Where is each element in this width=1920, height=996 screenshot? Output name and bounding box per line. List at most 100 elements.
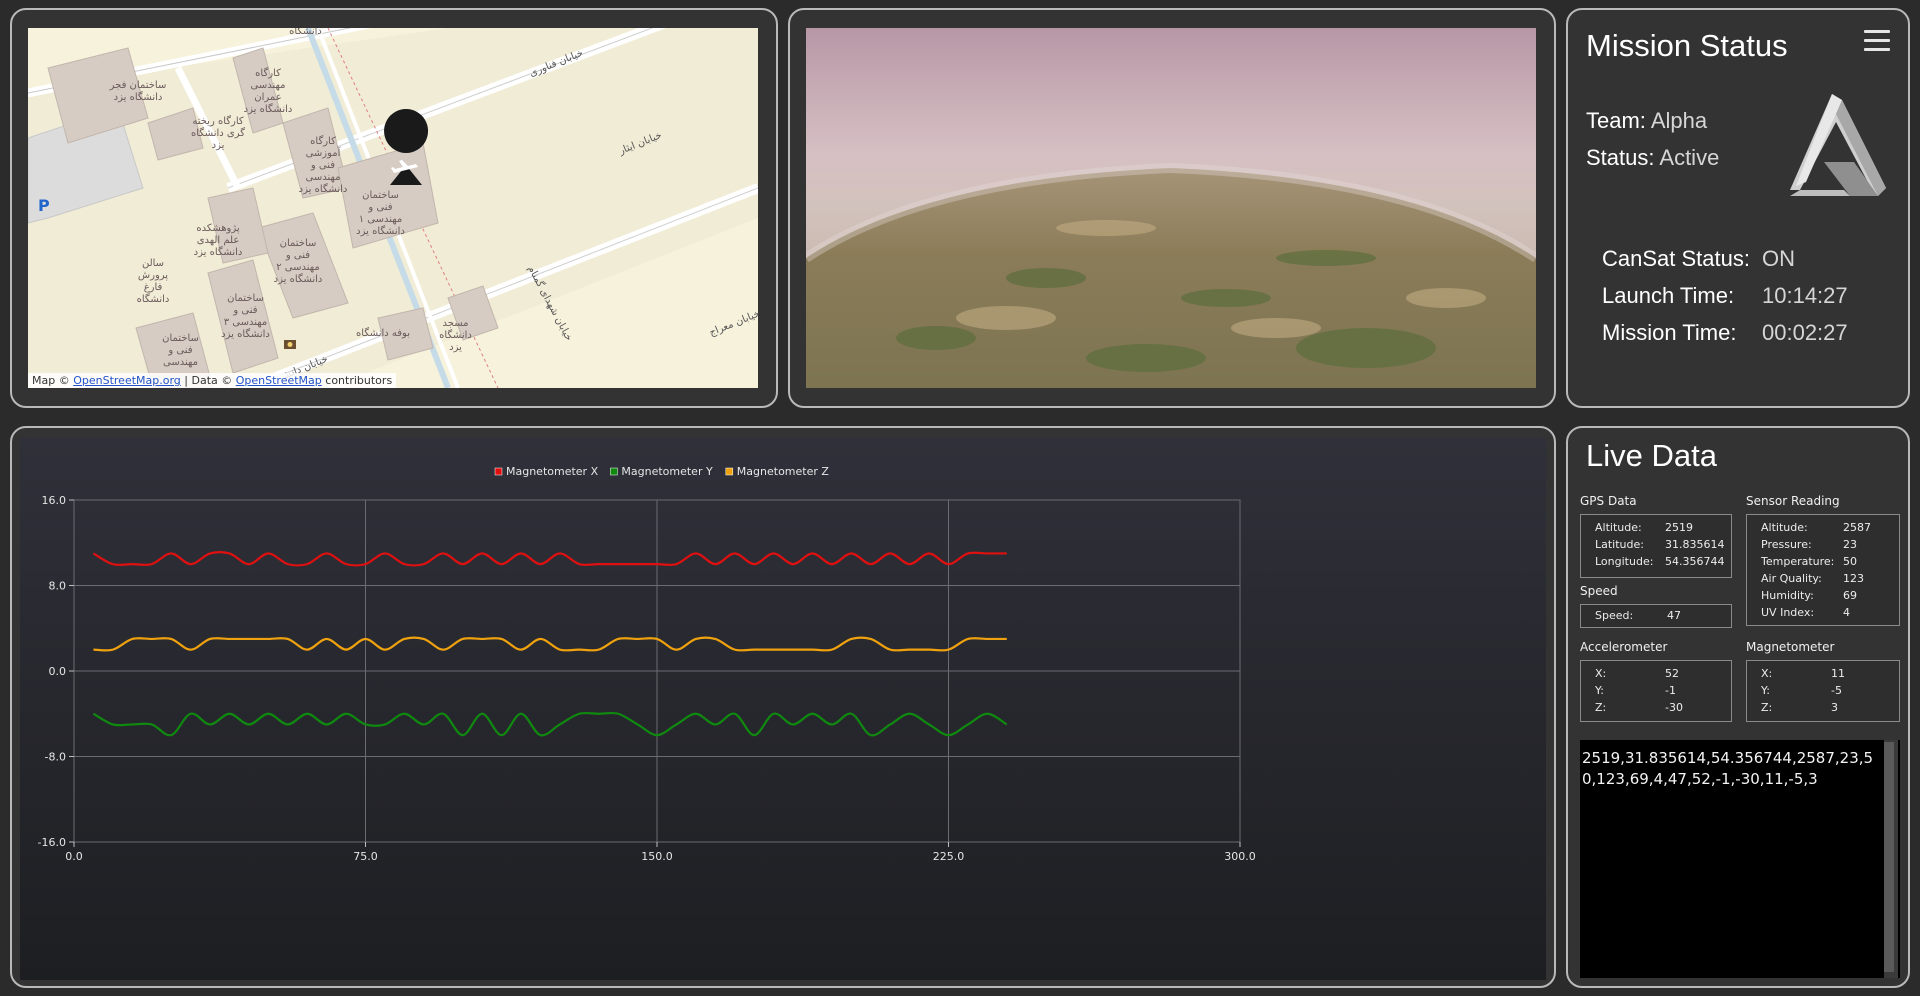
map-building-label: سالن پرورش فارغ دانشگاه xyxy=(136,258,170,305)
live-data-panel: Live Data GPS Data Altitude: 2519 Latitude… xyxy=(1566,426,1910,988)
parking-label: P xyxy=(38,196,50,215)
series-line-magnetometer-y xyxy=(92,711,1008,737)
raw-data-textarea[interactable]: 2519,31.835614,54.356744,2587,23,50,123,… xyxy=(1580,740,1900,978)
legend-swatch xyxy=(725,467,734,476)
menu-icon[interactable] xyxy=(1864,30,1890,52)
attribution-text: Map © xyxy=(32,374,74,387)
x-tick-label: 75.0 xyxy=(353,850,378,863)
speed-box: Speed: 47 xyxy=(1580,604,1732,628)
osm-link[interactable]: OpenStreetMap xyxy=(236,374,322,387)
map-building-label: ساختمان فنی و مهندسی ۳ دانشگاه یزد xyxy=(221,293,270,340)
y-tick-label: 0.0 xyxy=(49,665,67,678)
data-key: Z: xyxy=(1761,701,1773,714)
raw-data-scrollbar[interactable] xyxy=(1884,740,1898,978)
x-tick-label: 225.0 xyxy=(933,850,965,863)
data-key: Longitude: xyxy=(1595,555,1654,568)
data-value: 3 xyxy=(1831,701,1838,714)
launch-row: Launch Time: xyxy=(1602,283,1734,309)
map-building-label: ساختمان فنی و مهندسی xyxy=(162,333,199,368)
x-tick-label: 300.0 xyxy=(1224,850,1256,863)
data-value: 23 xyxy=(1843,538,1857,551)
x-tick-label: 0.0 xyxy=(65,850,83,863)
data-value: -1 xyxy=(1665,684,1676,697)
data-row: Y: -5 xyxy=(1747,682,1899,699)
series-line-magnetometer-z xyxy=(93,636,1007,652)
data-row: Pressure: 23 xyxy=(1747,536,1899,553)
chart-panel: 0.0 75.0 150.0 225.0 300.0 16.0 8.0 0.0 -8.0 -16.… xyxy=(10,426,1556,988)
map-building-label: ساختمان فجر دانشگاه یزد xyxy=(109,80,167,103)
status-row: Status: Active xyxy=(1586,145,1719,171)
legend-swatch xyxy=(494,467,503,476)
data-value: 52 xyxy=(1665,667,1679,680)
gps-box: Altitude: 2519 Latitude: 31.835614 Longitude… xyxy=(1580,514,1732,578)
data-row: Z: 3 xyxy=(1747,699,1899,716)
data-row: Speed: 47 xyxy=(1581,607,1731,624)
map-building-label: ساختمان فنی و مهندسی ۲ دانشگاه یزد xyxy=(273,238,323,285)
legend-label: Magnetometer X xyxy=(506,465,599,478)
legend-swatch xyxy=(610,467,618,476)
accel-title: Accelerometer xyxy=(1580,640,1668,654)
data-value: 4 xyxy=(1843,606,1850,619)
data-value: 2519 xyxy=(1665,521,1693,534)
panel-title: Live Data xyxy=(1586,438,1717,473)
cansat-value: ON xyxy=(1762,246,1795,271)
data-value: 2587 xyxy=(1843,521,1871,534)
y-tick-label: -16.0 xyxy=(38,836,66,849)
data-key: Humidity: xyxy=(1761,589,1814,602)
speed-title: Speed xyxy=(1580,584,1618,598)
cansat-value-wrap: ON xyxy=(1762,246,1795,272)
series-line-magnetometer-x xyxy=(92,551,1007,567)
map-building-label: کارگاه مهندسی عمران دانشگاه یزد xyxy=(243,68,293,115)
data-row: Humidity: 69 xyxy=(1747,587,1899,604)
scrollbar-thumb[interactable] xyxy=(1884,742,1894,972)
y-tick-label: 16.0 xyxy=(42,494,67,507)
accelerometer-box: X: 52 Y: -1 Z: -30 xyxy=(1580,660,1732,722)
data-row: Z: -30 xyxy=(1581,699,1731,716)
data-row: Latitude: 31.835614 xyxy=(1581,536,1731,553)
data-value: 11 xyxy=(1831,667,1845,680)
mission-value: 00:02:27 xyxy=(1762,320,1848,345)
data-key: Y: xyxy=(1595,684,1604,697)
map-panel: P ساختمان فجر دانشگاه یزد کارگاه مهندسی … xyxy=(10,8,778,408)
attribution-text: | Data © xyxy=(180,374,236,387)
map-building-label: دانشگاه xyxy=(289,28,322,37)
y-tick-label: -8.0 xyxy=(45,751,66,764)
magnetometer-box: X: 11 Y: -5 Z: 3 xyxy=(1746,660,1900,722)
y-tick-label: 8.0 xyxy=(49,580,67,593)
legend-label: Magnetometer Z xyxy=(737,465,830,478)
gps-title: GPS Data xyxy=(1580,494,1637,508)
map-building-label: ساختمان فنی و مهندسی ۱ دانشگاه یزد xyxy=(356,190,405,237)
mission-row: Mission Time: xyxy=(1602,320,1736,346)
status-value: Active xyxy=(1659,145,1720,170)
attribution-text: contributors xyxy=(321,374,393,387)
aerial-view-image xyxy=(806,28,1536,388)
data-row: Longitude: 54.356744 xyxy=(1581,553,1731,570)
osm-org-link[interactable]: OpenStreetMap.org xyxy=(73,374,181,387)
camera-panel xyxy=(788,8,1556,408)
data-key: UV Index: xyxy=(1761,606,1815,619)
data-row: X: 11 xyxy=(1747,665,1899,682)
legend-label: Magnetometer Y xyxy=(621,465,713,478)
launch-value-wrap: 10:14:27 xyxy=(1762,283,1848,309)
map-building-label: کارگاه ریخته گری دانشگاه یزد xyxy=(190,116,246,151)
sensor-title: Sensor Reading xyxy=(1746,494,1840,508)
data-key: Altitude: xyxy=(1595,521,1642,534)
data-row: Y: -1 xyxy=(1581,682,1731,699)
mission-value-wrap: 00:02:27 xyxy=(1762,320,1848,346)
data-value: 47 xyxy=(1667,609,1681,622)
magnetometer-chart[interactable]: 0.0 75.0 150.0 225.0 300.0 16.0 8.0 0.0 -8.0 -16.… xyxy=(20,438,1546,980)
cansat-row: CanSat Status: xyxy=(1602,246,1750,272)
status-label: Status: xyxy=(1586,145,1655,170)
map-view[interactable]: P ساختمان فجر دانشگاه یزد کارگاه مهندسی … xyxy=(28,28,758,388)
data-row: Air Quality: 123 xyxy=(1747,570,1899,587)
launch-label: Launch Time: xyxy=(1602,283,1735,308)
data-key: Latitude: xyxy=(1595,538,1644,551)
cansat-label: CanSat Status: xyxy=(1602,246,1750,271)
map-building-label: کارگاه آموزشی فنی و مهندسی دانشگاه یزد xyxy=(298,136,348,195)
panel-title: Mission Status xyxy=(1586,28,1788,63)
x-tick-label: 150.0 xyxy=(641,850,673,863)
data-value: 69 xyxy=(1843,589,1857,602)
sensor-box: Altitude: 2587 Pressure: 23 Temperature: 50 Ai… xyxy=(1746,514,1900,626)
map-attribution: Map © OpenStreetMap.org | Data © OpenStr… xyxy=(28,373,397,388)
team-label: Team: xyxy=(1586,108,1646,133)
